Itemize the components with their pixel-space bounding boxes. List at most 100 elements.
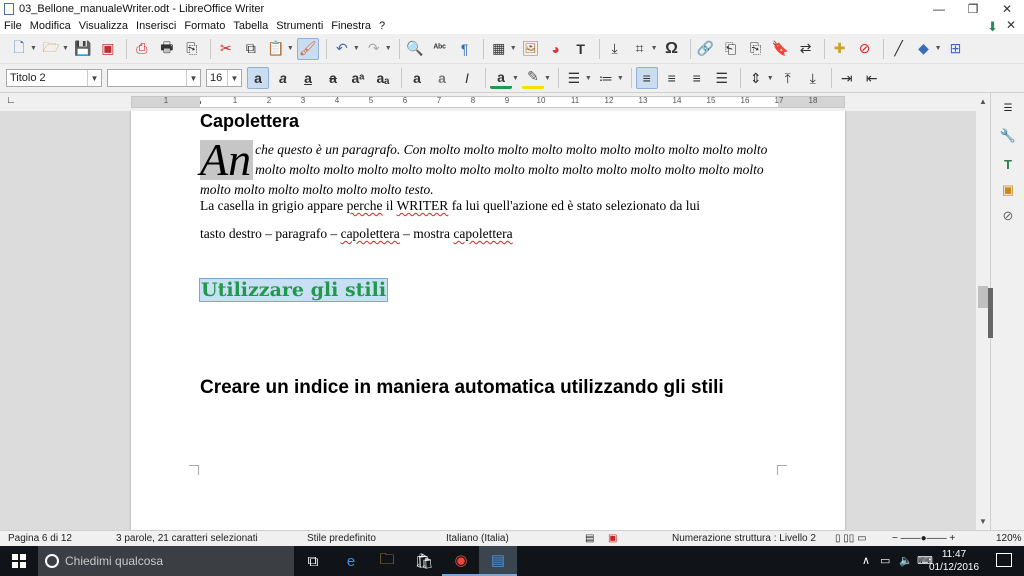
show-draw-functions-icon[interactable]: ⊞: [945, 38, 967, 60]
line-spacing-icon[interactable]: ⇕: [745, 67, 767, 89]
font-name-select[interactable]: ▼: [107, 69, 201, 87]
formatting-marks-icon[interactable]: ¶: [454, 38, 476, 60]
show-hidden-icons-icon[interactable]: ∧: [862, 554, 870, 567]
cut-icon[interactable]: ✂: [215, 38, 237, 60]
page-style[interactable]: Stile predefinito: [307, 533, 376, 544]
subscript-icon[interactable]: aₐ: [372, 67, 394, 89]
close-button[interactable]: ✕: [990, 0, 1024, 18]
close-document-button[interactable]: ✕: [1006, 18, 1016, 32]
chevron-down-icon[interactable]: ▼: [585, 75, 592, 82]
misspelled-word[interactable]: capolettera: [453, 226, 512, 241]
bold-icon[interactable]: a: [247, 67, 269, 89]
body-paragraph-2[interactable]: tasto destro – paragrafo – capolettera –…: [200, 226, 513, 242]
save-as-icon[interactable]: ▣: [97, 38, 119, 60]
insert-table-icon[interactable]: ▦: [488, 38, 510, 60]
notifications-icon[interactable]: [996, 553, 1012, 567]
tab-stop-selector[interactable]: ∟: [6, 95, 16, 106]
sidebar-collapse-handle[interactable]: [988, 288, 993, 338]
justify-icon[interactable]: ☰: [711, 67, 733, 89]
libreoffice-writer-icon[interactable]: ▤: [479, 546, 517, 576]
chevron-down-icon[interactable]: ▼: [30, 45, 37, 52]
align-center-icon[interactable]: ≡: [661, 67, 683, 89]
menu-file[interactable]: File: [4, 20, 22, 32]
selection-mode-icon[interactable]: ▤: [585, 533, 594, 544]
taskbar-clock[interactable]: 11:47 01/12/2016: [924, 548, 984, 574]
edge-icon[interactable]: e: [332, 546, 370, 576]
scroll-up-icon[interactable]: ▲: [979, 97, 987, 106]
chevron-down-icon[interactable]: ▼: [617, 75, 624, 82]
scroll-down-icon[interactable]: ▼: [979, 517, 987, 526]
page-count[interactable]: Pagina 6 di 12: [8, 533, 72, 544]
heading-capolettera[interactable]: Capolettera: [200, 111, 299, 132]
open-folder-icon[interactable]: 🗁: [40, 38, 62, 60]
superscript-icon[interactable]: aᵃ: [347, 67, 369, 89]
decrease-paragraph-spacing-icon[interactable]: ⤓: [802, 67, 824, 89]
zoom-level[interactable]: 120%: [996, 533, 1022, 544]
insert-field-icon[interactable]: ⌗: [629, 38, 651, 60]
menu-help[interactable]: ?: [379, 20, 385, 32]
file-explorer-icon[interactable]: 🗀: [368, 546, 406, 576]
dropcap-paragraph[interactable]: An che questo è un paragrafo. Con molto m…: [200, 137, 780, 200]
chrome-icon[interactable]: ◉: [442, 546, 480, 576]
chevron-down-icon[interactable]: ▼: [287, 45, 294, 52]
insert-page-break-icon[interactable]: ⤓: [604, 38, 626, 60]
volume-icon[interactable]: 🔈: [899, 554, 913, 567]
chevron-down-icon[interactable]: ▼: [227, 70, 241, 86]
font-size-select[interactable]: 16 ▼: [206, 69, 242, 87]
menu-strumenti[interactable]: Strumenti: [276, 20, 323, 32]
dropcap-letters[interactable]: An: [200, 137, 254, 183]
clone-formatting-icon[interactable]: 🖌: [296, 37, 319, 60]
print-icon[interactable]: 🖶: [156, 38, 178, 60]
battery-icon[interactable]: ▭: [880, 554, 890, 567]
chevron-down-icon[interactable]: ▼: [62, 45, 69, 52]
word-count[interactable]: 3 parole, 21 caratteri selezionati: [116, 533, 258, 544]
shadow-icon[interactable]: a: [406, 67, 428, 89]
chevron-down-icon[interactable]: ▼: [385, 45, 392, 52]
insert-cross-reference-icon[interactable]: ⇄: [795, 38, 817, 60]
bullet-list-icon[interactable]: ☰: [563, 67, 585, 89]
document-modified-icon[interactable]: ▣: [608, 533, 617, 544]
undo-icon[interactable]: ↶: [331, 38, 353, 60]
track-changes-icon[interactable]: ⊘: [854, 38, 876, 60]
font-color-icon[interactable]: a: [490, 67, 512, 89]
basic-shapes-icon[interactable]: ◆: [913, 38, 935, 60]
view-layout-icons[interactable]: ▯ ▯▯ ▭: [835, 533, 867, 544]
chevron-down-icon[interactable]: ▼: [512, 75, 519, 82]
minimize-button[interactable]: —: [922, 0, 956, 18]
indent-marker[interactable]: [200, 101, 201, 104]
chevron-down-icon[interactable]: ▼: [651, 45, 658, 52]
document-page[interactable]: Capolettera An che questo è un paragrafo.…: [131, 111, 845, 530]
selected-heading-utilizzare-gli-stili[interactable]: Utilizzare gli stili: [199, 278, 389, 302]
navigator-icon[interactable]: ⊘: [999, 207, 1017, 225]
chevron-down-icon[interactable]: ▼: [767, 75, 774, 82]
chevron-down-icon[interactable]: ▼: [510, 45, 517, 52]
chevron-down-icon[interactable]: ▼: [186, 70, 200, 86]
insert-chart-icon[interactable]: ◕: [545, 38, 567, 60]
menu-modifica[interactable]: Modifica: [30, 20, 71, 32]
highlight-color-icon[interactable]: ✎: [521, 67, 544, 89]
menu-formato[interactable]: Formato: [184, 20, 225, 32]
chevron-down-icon[interactable]: ▼: [87, 70, 101, 86]
increase-indent-icon[interactable]: ⇥: [836, 67, 858, 89]
menu-inserisci[interactable]: Inserisci: [136, 20, 176, 32]
cortana-search-box[interactable]: Chiedimi qualcosa: [38, 546, 294, 576]
redo-icon[interactable]: ↷: [363, 38, 385, 60]
horizontal-ruler[interactable]: 1 1 2 3 4 5 6 7 8 9 10 11 12 13 14 15 16…: [131, 96, 845, 108]
save-remote-icon[interactable]: ⬇: [987, 19, 998, 35]
insert-image-icon[interactable]: 🖼: [520, 38, 542, 60]
insert-comment-icon[interactable]: ✚: [829, 38, 851, 60]
properties-icon[interactable]: 🔧: [999, 127, 1017, 145]
export-pdf-icon[interactable]: ⎙: [131, 38, 153, 60]
sidebar-menu-icon[interactable]: ☰: [999, 99, 1017, 117]
save-icon[interactable]: 💾: [72, 38, 94, 60]
language[interactable]: Italiano (Italia): [446, 533, 509, 544]
insert-footnote-icon[interactable]: ⎗: [720, 38, 742, 60]
special-character-icon[interactable]: Ω: [661, 38, 683, 60]
italic-icon[interactable]: a: [272, 67, 294, 89]
heading-creare-indice[interactable]: Creare un indice in maniera automatica u…: [200, 377, 724, 399]
body-paragraph-1[interactable]: La casella in grigio appare perche il WR…: [200, 198, 700, 214]
misspelled-word[interactable]: capolettera: [341, 226, 400, 241]
menu-tabella[interactable]: Tabella: [233, 20, 268, 32]
insert-textbox-icon[interactable]: T: [570, 38, 592, 60]
maximize-button[interactable]: ❐: [956, 0, 990, 18]
